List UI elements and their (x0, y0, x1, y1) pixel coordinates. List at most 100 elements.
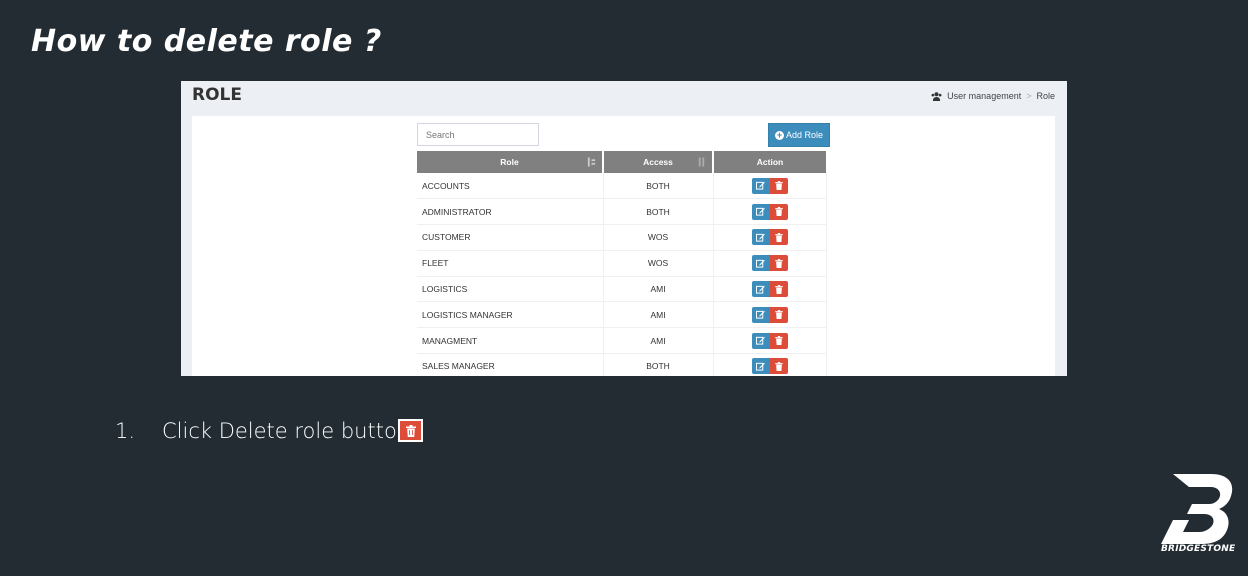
table-row: SALES MANAGER BOTH (417, 353, 827, 376)
sort-icon (587, 157, 596, 167)
brand-name: BRIDGESTONE (1161, 544, 1236, 554)
delete-role-button[interactable] (769, 358, 788, 375)
role-cell: SALES MANAGER (417, 353, 604, 376)
page-title: ROLE (192, 85, 242, 105)
trash-icon (774, 284, 783, 294)
role-cell: FLEET (417, 250, 604, 277)
table-row: MANAGMENT AMI (417, 327, 827, 355)
add-role-label: Add Role (785, 130, 824, 140)
roles-table: Role Access Action ACCOUNTS BOTH ADMINIS… (417, 151, 827, 376)
edit-role-button[interactable] (751, 177, 770, 194)
edit-role-button[interactable] (751, 203, 770, 220)
edit-role-button[interactable] (751, 332, 770, 349)
delete-role-button[interactable] (769, 306, 788, 323)
role-cell: LOGISTICS MANAGER (417, 301, 604, 329)
slide-title: How to delete role ? (31, 24, 382, 59)
access-cell: BOTH (603, 173, 714, 200)
action-button-group (751, 281, 788, 298)
content-header: ROLE User management > Role (181, 81, 1067, 115)
delete-role-button[interactable] (769, 281, 788, 298)
role-cell: ACCOUNTS (417, 173, 604, 200)
edit-icon (756, 337, 765, 345)
action-button-group (751, 255, 788, 272)
trash-icon (405, 424, 416, 437)
edit-role-button[interactable] (751, 306, 770, 323)
app-screenshot: ROLE User management > Role + Add Role R… (181, 81, 1067, 376)
sort-icon (698, 157, 705, 167)
delete-role-button[interactable] (769, 255, 788, 272)
add-role-button[interactable]: + Add Role (768, 123, 830, 147)
delete-role-button[interactable] (769, 229, 788, 246)
breadcrumb-user-management[interactable]: User management (947, 91, 1021, 101)
edit-icon (756, 285, 765, 294)
action-button-group (751, 177, 788, 194)
action-button-group (751, 229, 788, 246)
delete-role-button[interactable] (769, 332, 788, 349)
delete-role-button[interactable] (769, 177, 788, 194)
table-row: LOGISTICS MANAGER AMI (417, 301, 827, 329)
users-icon (931, 91, 942, 101)
role-cell: ADMINISTRATOR (417, 198, 604, 226)
action-button-group (751, 306, 788, 323)
column-header-action: Action (713, 151, 826, 173)
search-input[interactable] (417, 123, 539, 146)
trash-icon (774, 310, 783, 320)
edit-icon (756, 259, 765, 268)
edit-role-button[interactable] (751, 229, 770, 246)
action-cell (713, 224, 827, 251)
access-cell: AMI (603, 301, 714, 329)
access-cell: WOS (603, 224, 714, 251)
plus-circle-icon: + (774, 129, 784, 140)
action-cell (713, 327, 827, 355)
role-cell: CUSTOMER (417, 224, 604, 251)
column-header-access[interactable]: Access (603, 151, 714, 173)
edit-role-button[interactable] (751, 255, 770, 272)
action-button-group (751, 358, 788, 375)
table-header-row: Role Access Action (417, 151, 826, 173)
step-instruction: Click Delete role button (162, 419, 411, 443)
trash-icon (774, 361, 783, 371)
edit-icon (756, 362, 765, 371)
breadcrumb-role: Role (1036, 91, 1055, 101)
role-cell: MANAGMENT (417, 327, 604, 355)
action-button-group (751, 203, 788, 220)
delete-button-example (398, 419, 423, 442)
edit-icon (756, 233, 765, 242)
column-header-access-label: Access (643, 157, 673, 167)
breadcrumb: User management > Role (931, 91, 1055, 101)
edit-role-button[interactable] (751, 281, 770, 298)
trash-icon (774, 232, 783, 242)
edit-icon (756, 311, 765, 319)
edit-role-button[interactable] (751, 358, 770, 375)
table-body: ACCOUNTS BOTH ADMINISTRATOR BOTH CUSTOME… (417, 173, 827, 376)
trash-icon (774, 258, 783, 268)
table-row: LOGISTICS AMI (417, 276, 827, 303)
access-cell: WOS (603, 250, 714, 277)
action-cell (713, 353, 827, 376)
table-row: CUSTOMER WOS (417, 224, 827, 251)
edit-icon (756, 208, 765, 216)
access-cell: AMI (603, 327, 714, 355)
access-cell: BOTH (603, 198, 714, 226)
trash-icon (774, 336, 783, 346)
content-box: + Add Role Role Access (192, 116, 1055, 376)
action-cell (713, 250, 827, 277)
column-header-action-label: Action (756, 157, 784, 167)
edit-icon (756, 181, 765, 190)
action-cell (713, 276, 827, 303)
table-row: ACCOUNTS BOTH (417, 173, 827, 200)
role-cell: LOGISTICS (417, 276, 604, 303)
column-header-role[interactable]: Role (417, 151, 604, 173)
trash-icon (774, 207, 783, 217)
access-cell: AMI (603, 276, 714, 303)
access-cell: BOTH (603, 353, 714, 376)
action-button-group (751, 332, 788, 349)
trash-icon (774, 181, 783, 191)
action-cell (713, 301, 827, 329)
step-number: 1. (115, 419, 136, 443)
table-row: FLEET WOS (417, 250, 827, 277)
action-cell (713, 198, 827, 226)
delete-role-button[interactable] (769, 203, 788, 220)
table-row: ADMINISTRATOR BOTH (417, 198, 827, 226)
action-cell (713, 173, 827, 200)
